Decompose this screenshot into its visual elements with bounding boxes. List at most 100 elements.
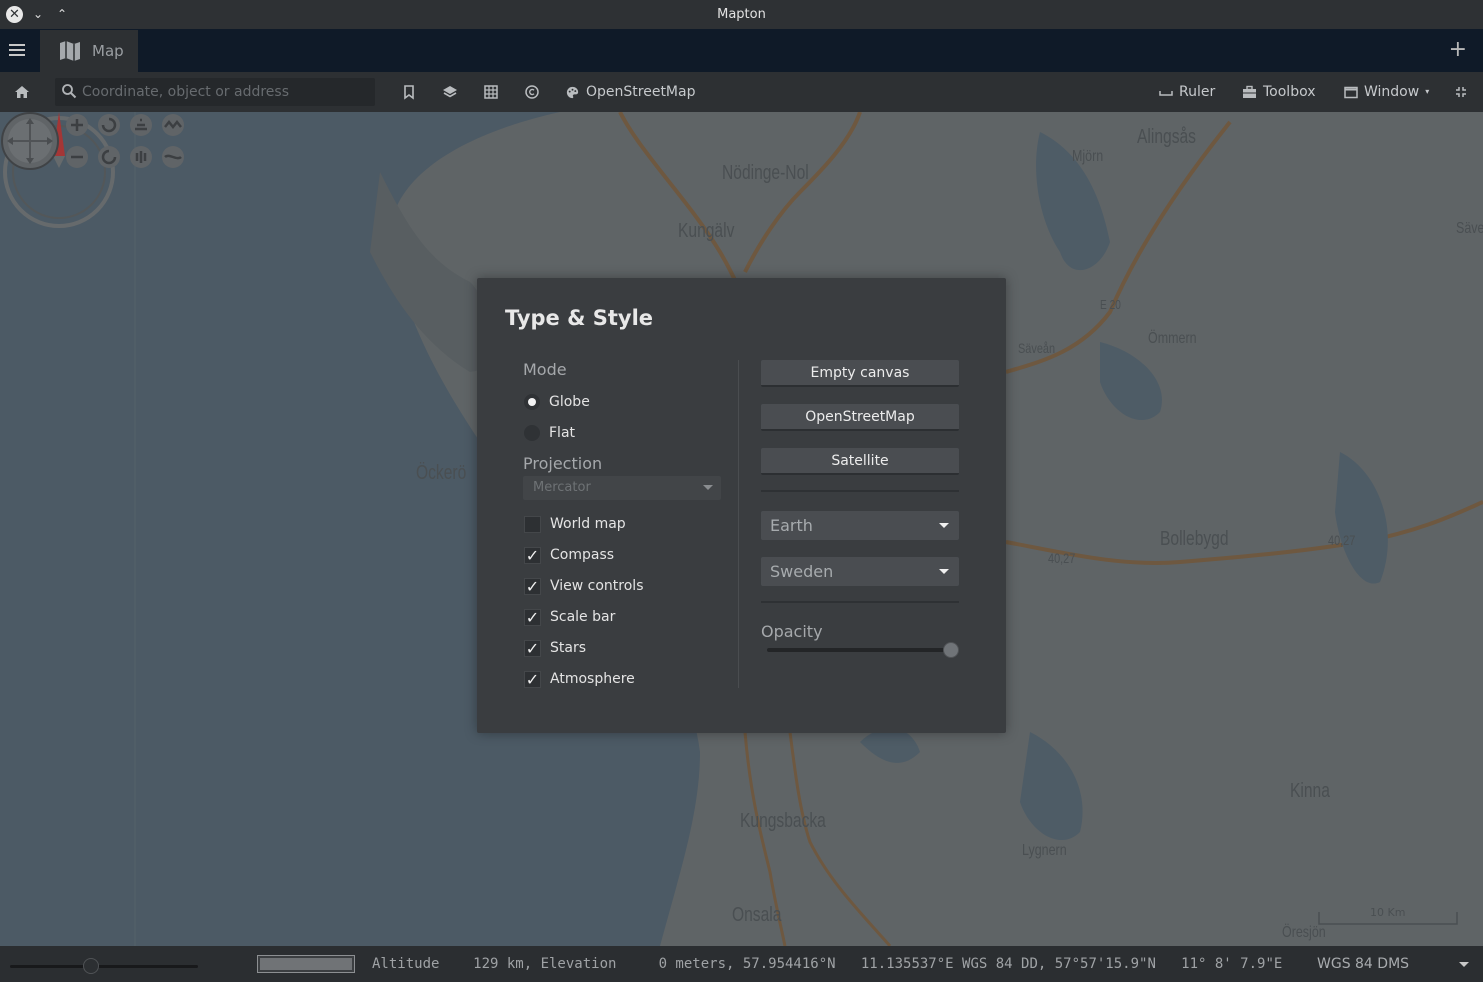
projection-value: Mercator: [533, 480, 591, 495]
ruler-button[interactable]: Ruler: [1159, 83, 1215, 101]
compass-check-icon[interactable]: ✓: [524, 546, 541, 564]
copyright-icon[interactable]: [523, 83, 541, 101]
map-label-oresjon: Öresjön: [1282, 924, 1326, 941]
search-icon: [62, 84, 77, 99]
world-map-check[interactable]: [524, 515, 541, 533]
divider-2: [761, 601, 959, 603]
scale-bar-checkbox[interactable]: ✓ Scale bar: [524, 607, 615, 627]
window-menu-button[interactable]: Window ▾: [1344, 83, 1429, 101]
map-label-onsala: Onsala: [732, 904, 782, 926]
window-icon: [1344, 86, 1358, 98]
close-window-icon[interactable]: ✕: [6, 5, 23, 23]
zoom-slider-knob[interactable]: [83, 958, 99, 974]
openstreetmap-button[interactable]: OpenStreetMap: [761, 404, 959, 431]
mode-flat-radio[interactable]: Flat: [524, 423, 575, 443]
opacity-slider-track[interactable]: [767, 648, 955, 652]
title-bar: ✕ ⌄ ⌃ Mapton: [0, 0, 1483, 29]
divider-1: [761, 490, 959, 492]
type-style-dialog: Type & Style Mode Globe Flat Projection …: [477, 278, 1006, 733]
progress-fill: [260, 958, 352, 970]
search-input[interactable]: [82, 78, 372, 106]
scale-bar-option-label: Scale bar: [550, 609, 616, 625]
basemap-selector[interactable]: OpenStreetMap: [565, 83, 695, 101]
crs-select[interactable]: WGS 84 DMS: [1309, 950, 1481, 978]
view-controls-checkbox[interactable]: ✓ View controls: [524, 576, 644, 596]
zoom-in-icon: [66, 114, 88, 136]
view-controls[interactable]: [0, 112, 200, 172]
globe-label: Globe: [549, 394, 590, 410]
scale-bar-label: 10 Km: [1370, 906, 1406, 919]
map-label-e20: E 20: [1100, 297, 1121, 312]
map-label-mjorn: Mjörn: [1072, 148, 1104, 165]
palette-icon: [566, 86, 579, 98]
main-toolbar: OpenStreetMap Ruler Toolbox Window ▾: [0, 72, 1483, 112]
map-label-saveaan: Säveån: [1018, 340, 1056, 356]
collapse-icon[interactable]: [1452, 83, 1470, 101]
projection-select: Mercator: [523, 476, 721, 500]
toolbox-label: Toolbox: [1263, 84, 1316, 100]
rotate-left-icon: [98, 114, 120, 136]
map-label-lygnern: Lygnern: [1022, 842, 1067, 859]
minimize-window-icon[interactable]: ⌄: [29, 5, 47, 23]
layers-icon[interactable]: [441, 83, 459, 101]
map-label-save: Säve: [1456, 220, 1483, 237]
planet-select[interactable]: Earth: [761, 511, 959, 540]
atmosphere-checkbox[interactable]: ✓ Atmosphere: [524, 669, 635, 689]
add-tab-icon[interactable]: +: [1449, 39, 1467, 61]
map-label-ockero: Öckerö: [416, 462, 467, 484]
ruler-icon: [1159, 91, 1173, 96]
empty-canvas-button[interactable]: Empty canvas: [761, 360, 959, 387]
flat-radio-dot[interactable]: [524, 425, 540, 441]
zoom-slider-track[interactable]: [10, 965, 198, 968]
map-label-road-4027-east: 40,27: [1328, 532, 1356, 548]
map-label-road-4027-west: 40,27: [1048, 550, 1076, 566]
crs-dropdown-icon: [1459, 962, 1469, 967]
tab-map-label: Map: [92, 42, 124, 60]
stars-checkbox[interactable]: ✓ Stars: [524, 638, 586, 658]
dialog-title: Type & Style: [505, 306, 654, 330]
atmosphere-check-icon[interactable]: ✓: [524, 670, 541, 688]
planet-dropdown-icon: [939, 523, 949, 528]
hamburger-menu-icon[interactable]: [9, 41, 29, 61]
elevation-up-icon: [162, 114, 184, 136]
mode-globe-radio[interactable]: Globe: [524, 392, 590, 412]
search-box[interactable]: [55, 78, 375, 106]
globe-radio-dot[interactable]: [524, 394, 540, 410]
compass-checkbox[interactable]: ✓ Compass: [524, 545, 614, 565]
map-label-kungsbacka: Kungsbacka: [740, 810, 826, 832]
region-value: Sweden: [770, 562, 834, 581]
stars-check-icon[interactable]: ✓: [524, 639, 541, 657]
planet-value: Earth: [770, 516, 813, 535]
home-icon[interactable]: [13, 83, 31, 101]
compass-label: Compass: [550, 547, 615, 563]
view-controls-check-icon[interactable]: ✓: [524, 577, 541, 595]
tab-bar: Map +: [0, 29, 1483, 72]
map-view[interactable]: Nödinge-Nol Kungälv Alingsås Mjörn Säve …: [0, 112, 1483, 946]
view-controls-label: View controls: [550, 578, 644, 594]
world-map-checkbox[interactable]: World map: [524, 514, 626, 534]
maximize-window-icon[interactable]: ⌃: [53, 5, 71, 23]
elevation-down-icon: [162, 146, 184, 168]
opacity-slider-knob[interactable]: [943, 642, 959, 658]
atmosphere-label: Atmosphere: [550, 671, 635, 687]
map-label-ommern: Ömmern: [1148, 330, 1197, 347]
map-label-bollebygd: Bollebygd: [1160, 528, 1229, 550]
grid-icon[interactable]: [482, 83, 500, 101]
scale-bar-check-icon[interactable]: ✓: [524, 608, 541, 626]
map-icon: [60, 41, 80, 61]
ruler-label: Ruler: [1179, 84, 1216, 100]
tilt-up-icon: [130, 114, 152, 136]
zoom-out-icon: [66, 146, 88, 168]
map-label-nodinge: Nödinge-Nol: [722, 162, 809, 184]
bookmark-icon[interactable]: [400, 83, 418, 101]
rotate-right-icon: [98, 146, 120, 168]
region-select[interactable]: Sweden: [761, 557, 959, 586]
toolbox-button[interactable]: Toolbox: [1242, 83, 1316, 101]
opacity-label: Opacity: [761, 622, 823, 641]
satellite-button[interactable]: Satellite: [761, 448, 959, 475]
tab-map[interactable]: Map: [40, 30, 138, 72]
map-label-kinna: Kinna: [1290, 780, 1330, 802]
flat-label: Flat: [549, 425, 576, 441]
map-label-alingsas: Alingsås: [1137, 126, 1196, 148]
map-label-kungalv: Kungälv: [678, 220, 735, 242]
